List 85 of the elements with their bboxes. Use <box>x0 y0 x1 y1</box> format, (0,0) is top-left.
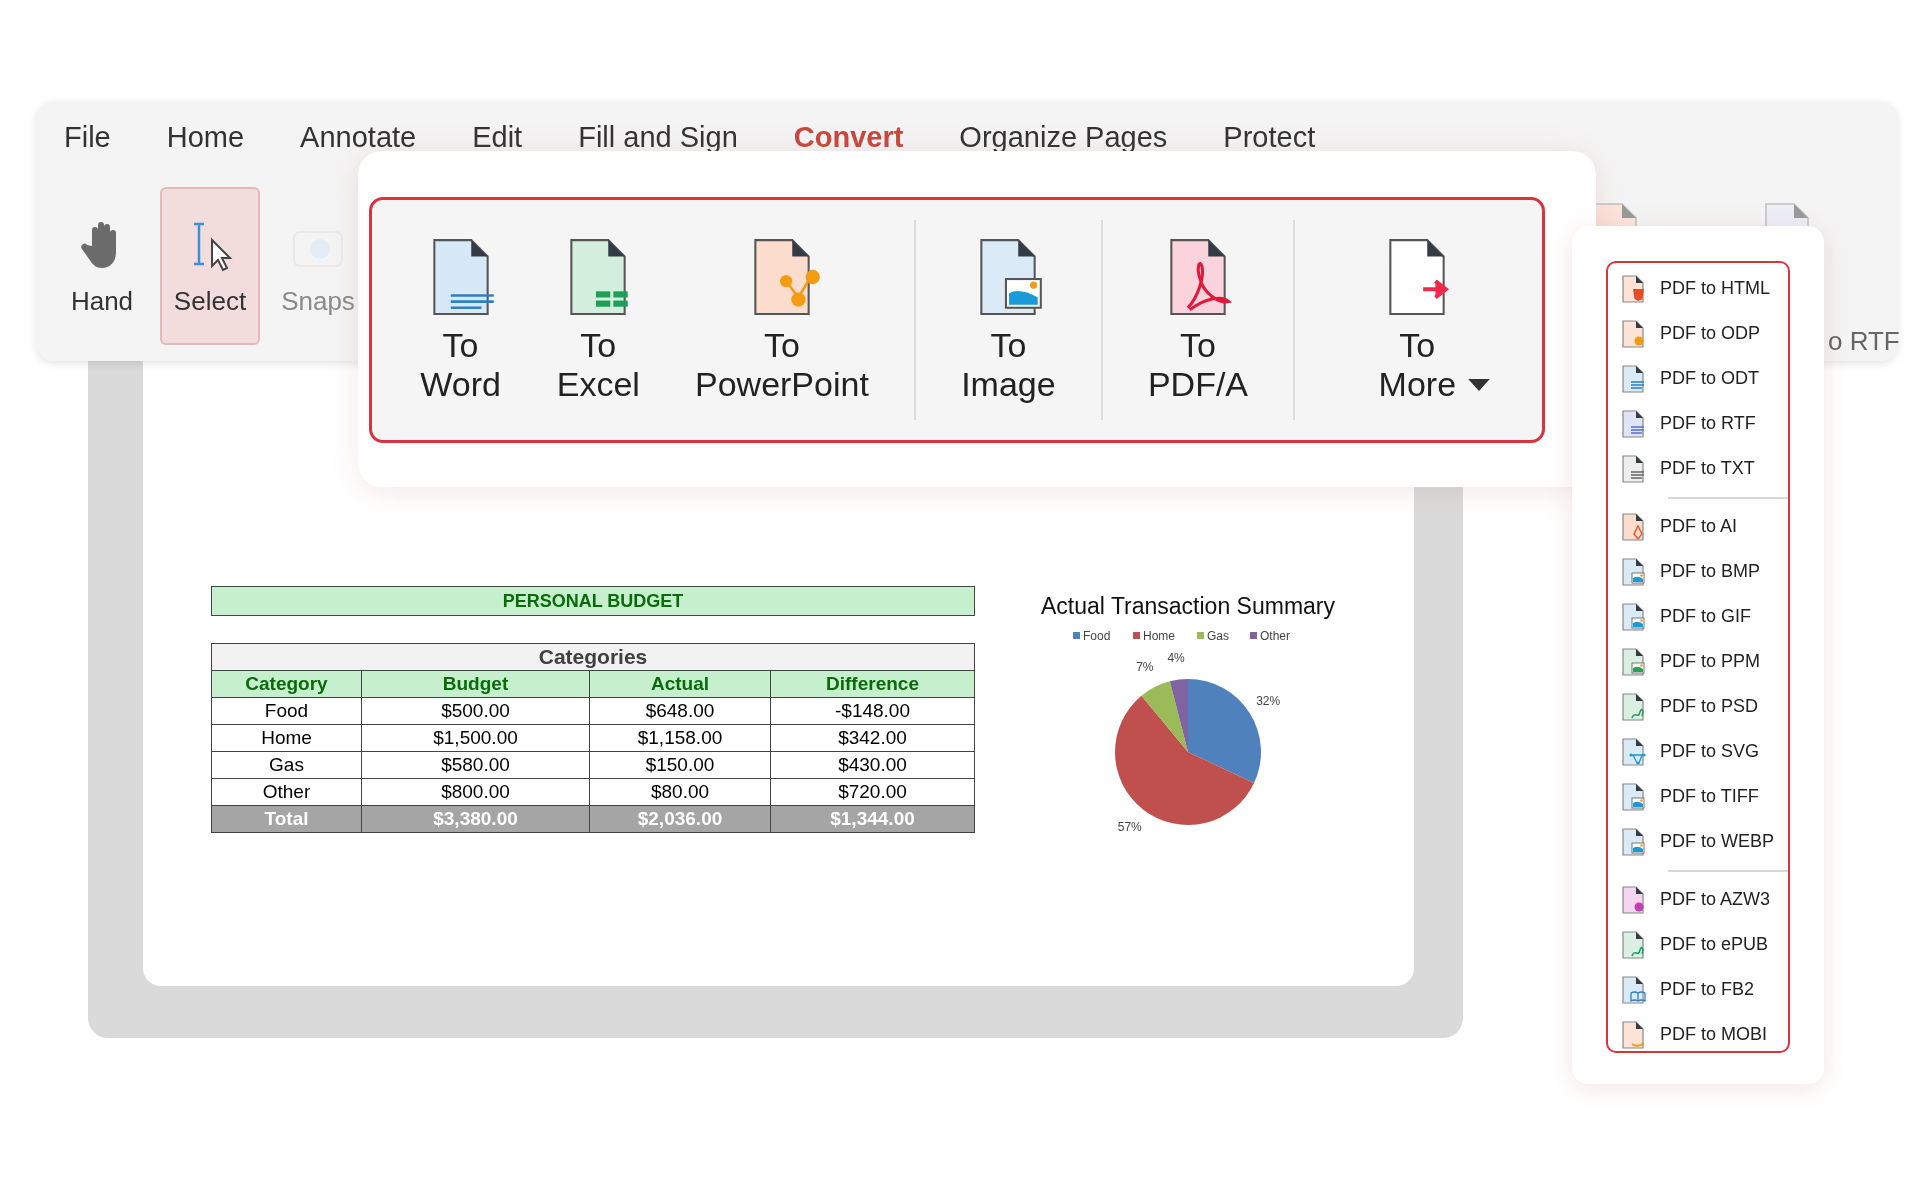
chart-title: Actual Transaction Summary <box>1041 593 1335 619</box>
document-icon <box>1620 453 1646 484</box>
table-cell: $580.00 <box>361 751 590 779</box>
menu-item[interactable]: PDF to PSD <box>1608 684 1788 729</box>
table-cell: $430.00 <box>770 751 975 779</box>
menu-item[interactable]: PDF to AZW3 <box>1608 877 1788 922</box>
convert-button[interactable]: To Image <box>951 231 1066 409</box>
convert-button[interactable]: To PDF/A <box>1137 231 1259 409</box>
table-cell: $150.00 <box>589 751 771 779</box>
document-icon <box>1620 1019 1646 1050</box>
table-cell: Home <box>211 724 362 752</box>
document-icon <box>1620 273 1646 304</box>
menu-item[interactable]: PDF to ODP <box>1608 311 1788 356</box>
column-header: Budget <box>361 670 590 698</box>
document-icon <box>1620 318 1646 349</box>
total-cell: $1,344.00 <box>770 805 975 833</box>
document-icon <box>1620 646 1646 677</box>
data-label: 4% <box>1167 650 1185 665</box>
table-cell: Food <box>211 697 362 725</box>
table-caption: Categories <box>211 643 975 671</box>
document-icon <box>1620 974 1646 1005</box>
document-icon <box>1620 511 1646 542</box>
menu-item[interactable]: PDF to ODT <box>1608 356 1788 401</box>
document-icon <box>1620 826 1646 857</box>
column-header: Difference <box>770 670 975 698</box>
document-icon <box>1620 781 1646 812</box>
tool-label: o RTF <box>1828 326 1900 357</box>
document-icon <box>1620 408 1646 439</box>
legend-label: Home <box>1143 629 1175 643</box>
table-cell: -$148.00 <box>770 697 975 725</box>
tab[interactable]: Edit <box>472 120 523 160</box>
tab[interactable]: Protect <box>1223 120 1316 160</box>
column-header: Actual <box>589 670 771 698</box>
table-cell: Other <box>211 778 362 806</box>
total-cell: Total <box>211 805 362 833</box>
menu-item[interactable]: PDF to SVG <box>1608 729 1788 774</box>
table-cell: $648.00 <box>589 697 771 725</box>
convert-button[interactable]: To More <box>1330 231 1505 409</box>
menu-item[interactable]: PDF to ePUB <box>1608 922 1788 967</box>
data-label: 32% <box>1256 694 1281 709</box>
document-icon <box>1620 929 1646 960</box>
document-icon <box>1620 884 1646 915</box>
menu-item[interactable]: PDF to TIFF <box>1608 774 1788 819</box>
table-cell: Gas <box>211 751 362 779</box>
tab[interactable]: Organize Pages <box>959 120 1168 160</box>
document-icon <box>1620 601 1646 632</box>
menu-item[interactable]: PDF to WEBP <box>1608 819 1788 864</box>
data-label: 7% <box>1136 660 1154 675</box>
convert-button[interactable]: To Word <box>409 231 512 409</box>
document-icon <box>1620 736 1646 767</box>
menu-item[interactable]: PDF to PPM <box>1608 639 1788 684</box>
tool-button[interactable]: Select <box>160 187 260 345</box>
data-label: 57% <box>1117 820 1142 835</box>
table-cell: $342.00 <box>770 724 975 752</box>
table-title: PERSONAL BUDGET <box>211 586 975 616</box>
total-cell: $3,380.00 <box>361 805 590 833</box>
menu-item[interactable]: PDF to HTML <box>1608 266 1788 311</box>
menu-item[interactable]: PDF to BMP <box>1608 549 1788 594</box>
column-header: Category <box>211 670 362 698</box>
menu-item[interactable]: PDF to MOBI <box>1608 1012 1788 1057</box>
menu-item[interactable]: PDF to AI <box>1608 504 1788 549</box>
menu-item[interactable]: PDF to FB2 <box>1608 967 1788 1012</box>
table-cell: $500.00 <box>361 697 590 725</box>
menu-item[interactable]: PDF to RTF <box>1608 401 1788 446</box>
table-cell: $720.00 <box>770 778 975 806</box>
tab[interactable]: File <box>64 120 111 160</box>
legend-label: Food <box>1083 629 1111 643</box>
total-cell: $2,036.00 <box>589 805 771 833</box>
table-cell: $1,500.00 <box>361 724 590 752</box>
document-icon <box>1620 691 1646 722</box>
table-cell: $80.00 <box>589 778 771 806</box>
table-cell: $800.00 <box>361 778 590 806</box>
table-cell: $1,158.00 <box>589 724 771 752</box>
tab[interactable]: Fill and Sign <box>578 120 738 160</box>
document-icon <box>1620 556 1646 587</box>
tab[interactable]: Home <box>166 120 245 160</box>
tab[interactable]: Annotate <box>300 120 417 160</box>
document-icon <box>1620 363 1646 394</box>
menu-item[interactable]: PDF to GIF <box>1608 594 1788 639</box>
legend-label: Gas <box>1207 629 1229 643</box>
tool-button[interactable]: Hand <box>52 187 152 345</box>
legend-label: Other <box>1260 629 1290 643</box>
convert-button[interactable]: To PowerPoint <box>685 231 879 409</box>
menu-item[interactable]: PDF to TXT <box>1608 446 1788 491</box>
convert-button[interactable]: To Excel <box>546 231 650 409</box>
